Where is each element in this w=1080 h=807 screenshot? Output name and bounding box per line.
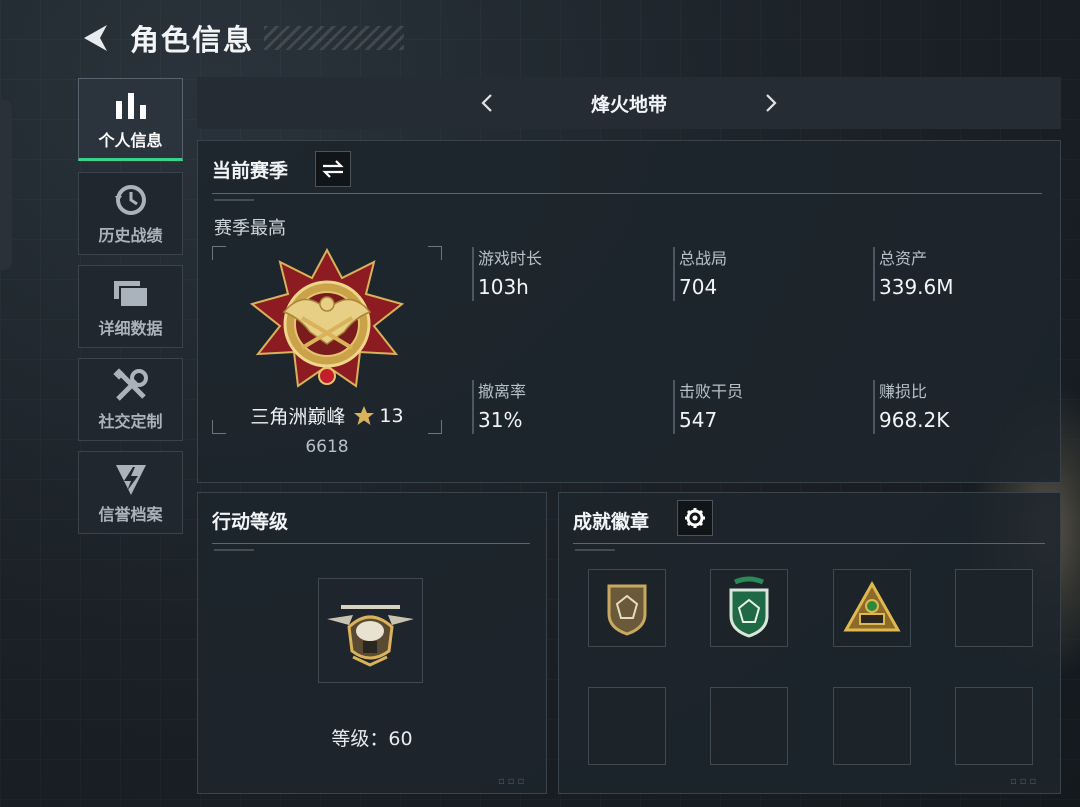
achievement-badge-slot[interactable]	[710, 569, 788, 647]
achievement-badge-slot-empty[interactable]	[588, 687, 666, 765]
lightning-shield-icon	[113, 461, 149, 497]
prev-mode-button[interactable]	[473, 89, 501, 117]
sidebar-item-label: 历史战绩	[98, 225, 163, 245]
achievement-badge-slot-empty[interactable]	[955, 687, 1033, 765]
mode-name: 烽火地带	[590, 93, 667, 116]
back-button[interactable]	[78, 21, 112, 55]
chevron-right-icon	[766, 94, 777, 112]
helicopter-emblem-icon	[327, 605, 414, 667]
star-icon	[354, 405, 375, 425]
switch-season-button[interactable]	[315, 151, 351, 187]
bar-chart-icon	[114, 87, 148, 123]
title-decoration	[264, 26, 405, 50]
sidebar-item-label: 信誉档案	[98, 504, 163, 524]
season-title: 当前赛季	[212, 160, 289, 182]
rank-name: 三角洲巅峰	[250, 406, 346, 428]
green-shield-badge-icon	[729, 576, 769, 638]
divider-accent	[214, 199, 254, 201]
stat-total-matches: 总战局 704	[673, 245, 863, 305]
divider-accent	[214, 549, 254, 551]
season-best-label: 赛季最高	[214, 218, 286, 239]
divider	[212, 543, 530, 544]
stat-extraction-rate: 撤离率 31%	[472, 378, 662, 438]
achievements-title: 成就徽章	[573, 511, 650, 533]
sidebar-item-personal-info[interactable]: 个人信息	[78, 78, 183, 161]
back-arrow-icon	[84, 25, 107, 51]
stat-play-time: 游戏时长 103h	[472, 245, 662, 305]
gold-triangle-badge-icon	[843, 580, 901, 632]
divider	[573, 543, 1045, 544]
sidebar-item-detailed-data[interactable]: 详细数据	[78, 265, 183, 348]
rank-score: 6618	[305, 437, 349, 457]
mode-selector: 烽火地带	[197, 77, 1061, 129]
rank-emblem-icon	[249, 248, 405, 388]
achievement-badge-slot-empty[interactable]	[710, 687, 788, 765]
panel-corner-mark: ▫▫▫	[1010, 776, 1040, 787]
rank-stars: 13	[379, 404, 404, 427]
divider-accent	[575, 549, 615, 551]
swap-arrows-icon	[322, 160, 344, 178]
rank-name-row: 三角洲巅峰 13	[212, 402, 442, 429]
gear-icon	[685, 508, 705, 528]
tools-icon	[112, 367, 150, 404]
folders-icon	[112, 275, 150, 311]
achievement-badge-slot[interactable]	[588, 569, 666, 647]
sidebar-item-label: 社交定制	[98, 411, 163, 431]
sidebar-item-social-customization[interactable]: 社交定制	[78, 358, 183, 441]
next-mode-button[interactable]	[757, 89, 785, 117]
achievement-badge-slot-empty[interactable]	[833, 687, 911, 765]
stat-profit-loss-ratio: 赚损比 968.2K	[873, 378, 1063, 438]
achievement-badge-slot[interactable]	[833, 569, 911, 647]
left-edge-tab	[0, 100, 12, 270]
action-level-value: 等级：60	[331, 728, 413, 750]
stat-total-assets: 总资产 339.6M	[873, 245, 1063, 305]
action-level-title: 行动等级	[212, 511, 289, 533]
sidebar-item-history[interactable]: 历史战绩	[78, 172, 183, 255]
achievements-settings-button[interactable]	[677, 500, 713, 536]
page-title: 角色信息	[130, 23, 255, 57]
sidebar-item-label: 详细数据	[98, 318, 163, 338]
chevron-left-icon	[481, 94, 492, 112]
page-header: 角色信息	[78, 18, 405, 58]
panel-corner-mark: ▫▫▫	[498, 776, 528, 787]
history-clock-icon	[113, 182, 149, 218]
sidebar-item-label: 个人信息	[98, 130, 163, 150]
divider	[212, 193, 1042, 194]
action-level-emblem[interactable]	[318, 578, 423, 683]
achievement-badge-slot-empty[interactable]	[955, 569, 1033, 647]
bronze-shield-badge-icon	[607, 584, 647, 636]
stat-operators-defeated: 击败干员 547	[673, 378, 863, 438]
sidebar-item-reputation[interactable]: 信誉档案	[78, 451, 183, 534]
